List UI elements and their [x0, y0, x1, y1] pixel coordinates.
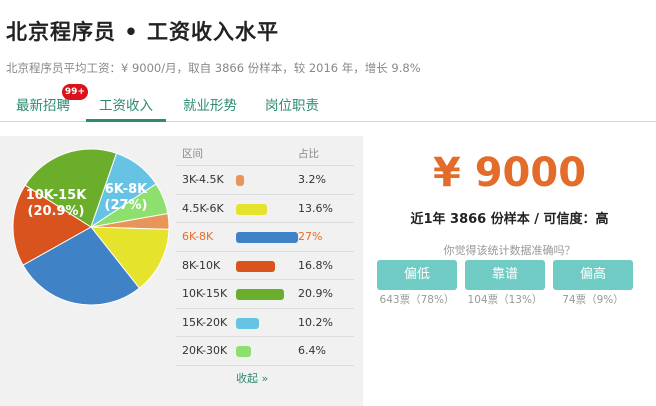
header-range: 区间 — [182, 148, 203, 160]
accuracy-question: 你觉得该统计数据准确吗？ — [443, 244, 576, 257]
row-pct: 10.2% — [298, 315, 333, 329]
row-bar — [236, 175, 244, 186]
salary-table: 区间 占比 3K-4.5K 3.2% 4.5K-6K 13.6% 6K-8K 27% 8K-… — [176, 144, 354, 392]
row-pct: 6.4% — [298, 344, 326, 357]
table-row: 8K-10K 16.8% — [176, 252, 354, 280]
row-pct: 20.9% — [298, 287, 333, 300]
table-header: 区间 占比 — [176, 144, 354, 166]
row-range: 4.5K-6K — [182, 201, 224, 215]
salary-pie-chart: 6K-8K (27%) 10K-15K (20.9%) — [10, 146, 172, 308]
notification-badge: 99+ — [61, 84, 88, 100]
tab-employment[interactable]: 就业形势 — [172, 90, 248, 122]
vote-high-button[interactable]: 偏高 — [553, 260, 633, 290]
average-salary: ¥ 9000 — [432, 150, 587, 196]
vote-accurate-button[interactable]: 靠谱 — [465, 260, 545, 290]
row-bar — [236, 203, 268, 215]
header-pct: 占比 — [298, 148, 319, 160]
row-pct: 13.6% — [298, 201, 333, 215]
vote-low-count: 643票（78%） — [379, 294, 455, 306]
table-row: 10K-15K 20.9% — [176, 280, 354, 309]
pie-label-6k-8k: 6K-8K (27%) — [94, 182, 158, 214]
page-subtitle: 北京程序员平均工资：¥ 9000/月，取自 3866 份样本，较 2016 年，… — [6, 61, 421, 75]
pie-label-range: 10K-15K — [25, 188, 87, 203]
row-range: 15K-20K — [182, 315, 228, 329]
row-pct: 27% — [298, 230, 323, 243]
table-footer: 收起 » — [176, 366, 354, 392]
table-row: 3K-4.5K 3.2% — [176, 166, 354, 195]
row-range: 3K-4.5K — [182, 173, 224, 186]
row-range: 8K-10K — [182, 258, 221, 272]
table-row: 4.5K-6K 13.6% — [176, 195, 354, 223]
row-bar — [236, 232, 298, 243]
pie-label-range: 6K-8K — [104, 182, 148, 197]
table-row: 6K-8K 27% — [176, 223, 354, 252]
pie-label-pct: (27%) — [104, 198, 148, 213]
sample-info: 近1年 3866 份样本 / 可信度：高 — [410, 212, 609, 227]
row-range: 10K-15K — [182, 287, 228, 300]
row-range: 6K-8K — [182, 230, 214, 243]
tab-label: 岗位职责 — [265, 98, 319, 114]
row-bar — [236, 260, 275, 272]
tab-latest-jobs[interactable]: 最新招聘 99+ — [6, 84, 88, 122]
tab-bar: 最新招聘 99+ 工资收入 就业形势 岗位职责 — [0, 84, 656, 122]
row-range: 20K-30K — [182, 344, 228, 357]
collapse-link[interactable]: 收起 » — [236, 370, 268, 386]
table-row: 20K-30K 6.4% — [176, 337, 354, 366]
table-row: 15K-20K 10.2% — [176, 309, 354, 337]
tab-responsibilities[interactable]: 岗位职责 — [254, 90, 330, 122]
tab-salary[interactable]: 工资收入 — [86, 90, 166, 122]
table-rows: 3K-4.5K 3.2% 4.5K-6K 13.6% 6K-8K 27% 8K-10K 16.… — [176, 166, 354, 366]
salary-content: 6K-8K (27%) 10K-15K (20.9%) 区间 占比 3K-4.5… — [0, 136, 656, 406]
pie-label-10k-15k: 10K-15K (20.9%) — [20, 188, 92, 220]
tab-label: 就业形势 — [183, 98, 237, 114]
page-title: 北京程序员 • 工资收入水平 — [6, 20, 280, 44]
vote-high-count: 74票（9%） — [562, 294, 624, 306]
row-bar — [236, 346, 251, 357]
row-pct: 3.2% — [298, 173, 326, 186]
summary-panel: ¥ 9000 近1年 3866 份样本 / 可信度：高 你觉得该统计数据准确吗？… — [363, 136, 656, 406]
row-pct: 16.8% — [298, 258, 333, 272]
tab-label: 最新招聘 — [16, 98, 70, 114]
row-bar — [236, 317, 260, 329]
tab-label: 工资收入 — [99, 98, 153, 114]
pie-label-pct: (20.9%) — [27, 204, 85, 219]
pie-svg — [12, 148, 170, 306]
vote-accurate-count: 104票（13%） — [467, 294, 543, 306]
vote-low-button[interactable]: 偏低 — [377, 260, 457, 290]
row-bar — [236, 289, 284, 300]
